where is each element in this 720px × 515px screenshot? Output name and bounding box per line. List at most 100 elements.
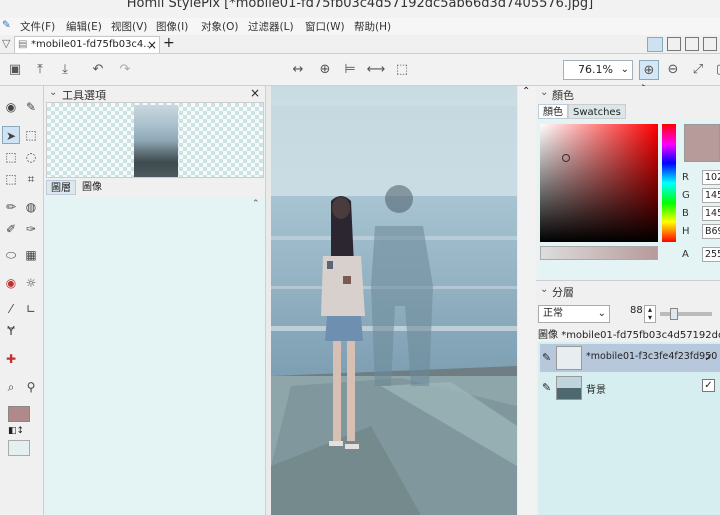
magnifier-icon[interactable]: ⌕ bbox=[2, 378, 20, 396]
green-label: G bbox=[682, 190, 690, 201]
crop-icon[interactable]: ⬚ bbox=[392, 60, 412, 80]
menu-image[interactable]: 图像(I) bbox=[156, 19, 188, 34]
chevron-down-icon[interactable]: ▽ bbox=[2, 37, 10, 50]
view-eye-icon[interactable]: ◉ bbox=[2, 98, 20, 116]
marquee-icon[interactable]: ⬚ bbox=[2, 148, 20, 166]
chevron-down-icon[interactable]: ⌄ bbox=[540, 284, 548, 295]
zoom-out-icon[interactable]: ⊖ bbox=[663, 60, 683, 80]
fill-icon[interactable]: ⬭ bbox=[2, 246, 20, 264]
close-tab-icon[interactable]: × bbox=[147, 38, 157, 52]
image-icon[interactable] bbox=[685, 37, 699, 51]
photo-canvas[interactable] bbox=[271, 86, 517, 515]
document-tab[interactable]: ▤ *mobile01-fd75fb03c4... × bbox=[14, 36, 160, 53]
red-field[interactable]: 102 bbox=[702, 170, 720, 185]
alpha-field[interactable]: 255 bbox=[702, 247, 720, 262]
grid-icon[interactable] bbox=[703, 37, 717, 51]
red-eye-icon[interactable]: ◉ bbox=[2, 274, 20, 292]
opacity-slider-handle[interactable] bbox=[670, 308, 678, 320]
canvas-area[interactable]: ⌃ bbox=[266, 86, 536, 515]
pencil-icon[interactable]: ✏ bbox=[2, 198, 20, 216]
panel-icon[interactable] bbox=[667, 37, 681, 51]
color-panel-title: 顏色 bbox=[552, 89, 574, 102]
tab-color[interactable]: 顏色 bbox=[538, 104, 568, 119]
brush-icon[interactable]: ✎ bbox=[22, 98, 40, 116]
scroll-up-icon[interactable]: ⌃ bbox=[522, 86, 530, 97]
scroll-up-icon[interactable]: ⌃ bbox=[252, 199, 260, 209]
background-color-swatch[interactable] bbox=[8, 440, 30, 456]
gradient-icon[interactable]: ▦ bbox=[22, 246, 40, 264]
opacity-stepper[interactable]: ▴ ▾ bbox=[644, 305, 656, 323]
picker-handle[interactable] bbox=[562, 154, 570, 162]
heal-icon[interactable]: ✑ bbox=[22, 220, 40, 238]
foreground-color-swatch[interactable] bbox=[8, 406, 30, 422]
title-bar: Homil StylePix [*mobile01-fd75fb03c4d571… bbox=[0, 0, 720, 18]
tab-layer[interactable]: 圖層 bbox=[46, 180, 76, 195]
saturation-value-picker[interactable] bbox=[540, 124, 658, 242]
new-file-icon[interactable]: ▣ bbox=[5, 60, 25, 80]
hex-field[interactable]: B69 bbox=[702, 224, 720, 239]
menu-filter[interactable]: 过滤器(L) bbox=[248, 19, 294, 34]
layer-row-background[interactable]: ✎ 背景 ✓ bbox=[540, 374, 720, 402]
chevron-down-icon[interactable]: ⌄ bbox=[49, 87, 57, 98]
image-info: 圖像 *mobile01-fd75fb03c4d57192dc5ab66d bbox=[538, 326, 720, 342]
sun-icon[interactable]: ☼ bbox=[22, 274, 40, 292]
fit-screen-icon[interactable]: ⤢ bbox=[688, 60, 708, 80]
select-all-icon[interactable]: ⬚ bbox=[2, 170, 20, 188]
pointer-icon[interactable]: ➤ bbox=[2, 126, 20, 144]
brush-icon: ✎ bbox=[542, 381, 552, 394]
zoom-in-icon[interactable]: ⊕ bbox=[639, 60, 659, 80]
hex-label: H bbox=[682, 226, 690, 237]
menu-edit[interactable]: 编辑(E) bbox=[66, 19, 102, 34]
opacity-slider[interactable] bbox=[660, 308, 712, 320]
clone-icon[interactable]: ✐ bbox=[2, 220, 20, 238]
menu-window[interactable]: 窗口(W) bbox=[305, 19, 345, 34]
add-tab-icon[interactable]: + bbox=[163, 35, 175, 51]
bandage-icon[interactable]: ✚ bbox=[2, 350, 20, 368]
zoom-value: 76.1% bbox=[578, 63, 613, 76]
eraser-icon[interactable]: ◍ bbox=[22, 198, 40, 216]
shape-icon[interactable]: ∟ bbox=[22, 300, 40, 318]
menu-help[interactable]: 帮助(H) bbox=[354, 19, 391, 34]
text-icon[interactable]: Ɏ bbox=[2, 322, 20, 340]
image-prefix: 圖像 bbox=[538, 330, 558, 341]
swap-colors-icon[interactable]: ◧↕ bbox=[8, 426, 24, 436]
lasso-icon[interactable]: ◌ bbox=[22, 148, 40, 166]
tab-image[interactable]: 圖像 bbox=[78, 180, 106, 195]
blend-mode-value: 正常 bbox=[543, 308, 563, 319]
blend-mode-select[interactable]: 正常 ⌄ bbox=[538, 305, 610, 323]
hue-slider[interactable] bbox=[662, 124, 676, 242]
crop-tool-icon[interactable]: ⌗ bbox=[22, 170, 40, 188]
tab-swatches[interactable]: Swatches bbox=[568, 104, 626, 119]
close-panel-icon[interactable]: × bbox=[250, 86, 260, 100]
green-field[interactable]: 145 bbox=[702, 188, 720, 203]
zoom-select[interactable]: 76.1% ⌄ bbox=[563, 60, 633, 80]
layer-row-selected[interactable]: ✎ *mobile01-f3c3fe4f23fd950 ✓ bbox=[540, 344, 720, 372]
menu-file[interactable]: 文件(F) bbox=[20, 19, 55, 34]
visibility-checkbox[interactable]: ✓ bbox=[702, 379, 715, 392]
redo-icon[interactable]: ↷ bbox=[115, 60, 135, 80]
chevron-down-icon[interactable]: ⌄ bbox=[540, 87, 548, 98]
menu-bar: ✎ 文件(F) 编辑(E) 视图(V) 图像(I) 对象(O) 过滤器(L) 窗… bbox=[0, 18, 720, 35]
layout-icon[interactable] bbox=[647, 37, 663, 52]
eyedropper-icon[interactable]: ⚲ bbox=[22, 378, 40, 396]
move-horizontal-icon[interactable]: ↔ bbox=[288, 60, 308, 80]
menu-view[interactable]: 视图(V) bbox=[111, 19, 147, 34]
document-icon: ▤ bbox=[18, 39, 28, 50]
alpha-slider[interactable] bbox=[540, 246, 658, 260]
rect-select-icon[interactable]: ⬚ bbox=[22, 126, 40, 144]
menu-object[interactable]: 对象(O) bbox=[201, 19, 238, 34]
main-toolbar: ▣ ⤒ ⤓ ↶ ↷ ↔ ⊕ ⊨ ⟷ ⬚ 76.1% ⌄ ⊕ ⊖ ⤢ ▢ bbox=[0, 54, 720, 104]
save-icon[interactable]: ⤓ bbox=[55, 60, 75, 80]
align-icon[interactable]: ⊨ bbox=[340, 60, 360, 80]
app-menu-icon[interactable]: ✎ bbox=[2, 19, 11, 31]
resize-icon[interactable]: ⟷ bbox=[366, 60, 386, 80]
fullscreen-icon[interactable]: ▢ bbox=[712, 60, 720, 80]
import-icon[interactable]: ⤒ bbox=[30, 60, 50, 80]
undo-icon[interactable]: ↶ bbox=[88, 60, 108, 80]
transform-icon[interactable]: ⊕ bbox=[315, 60, 335, 80]
blue-field[interactable]: 145 bbox=[702, 206, 720, 221]
line-icon[interactable]: ⁄ bbox=[2, 300, 20, 318]
vertical-scrollbar[interactable]: ⌃ bbox=[518, 86, 536, 515]
checkmark-icon[interactable]: ✓ bbox=[704, 351, 713, 364]
red-label: R bbox=[682, 172, 689, 183]
